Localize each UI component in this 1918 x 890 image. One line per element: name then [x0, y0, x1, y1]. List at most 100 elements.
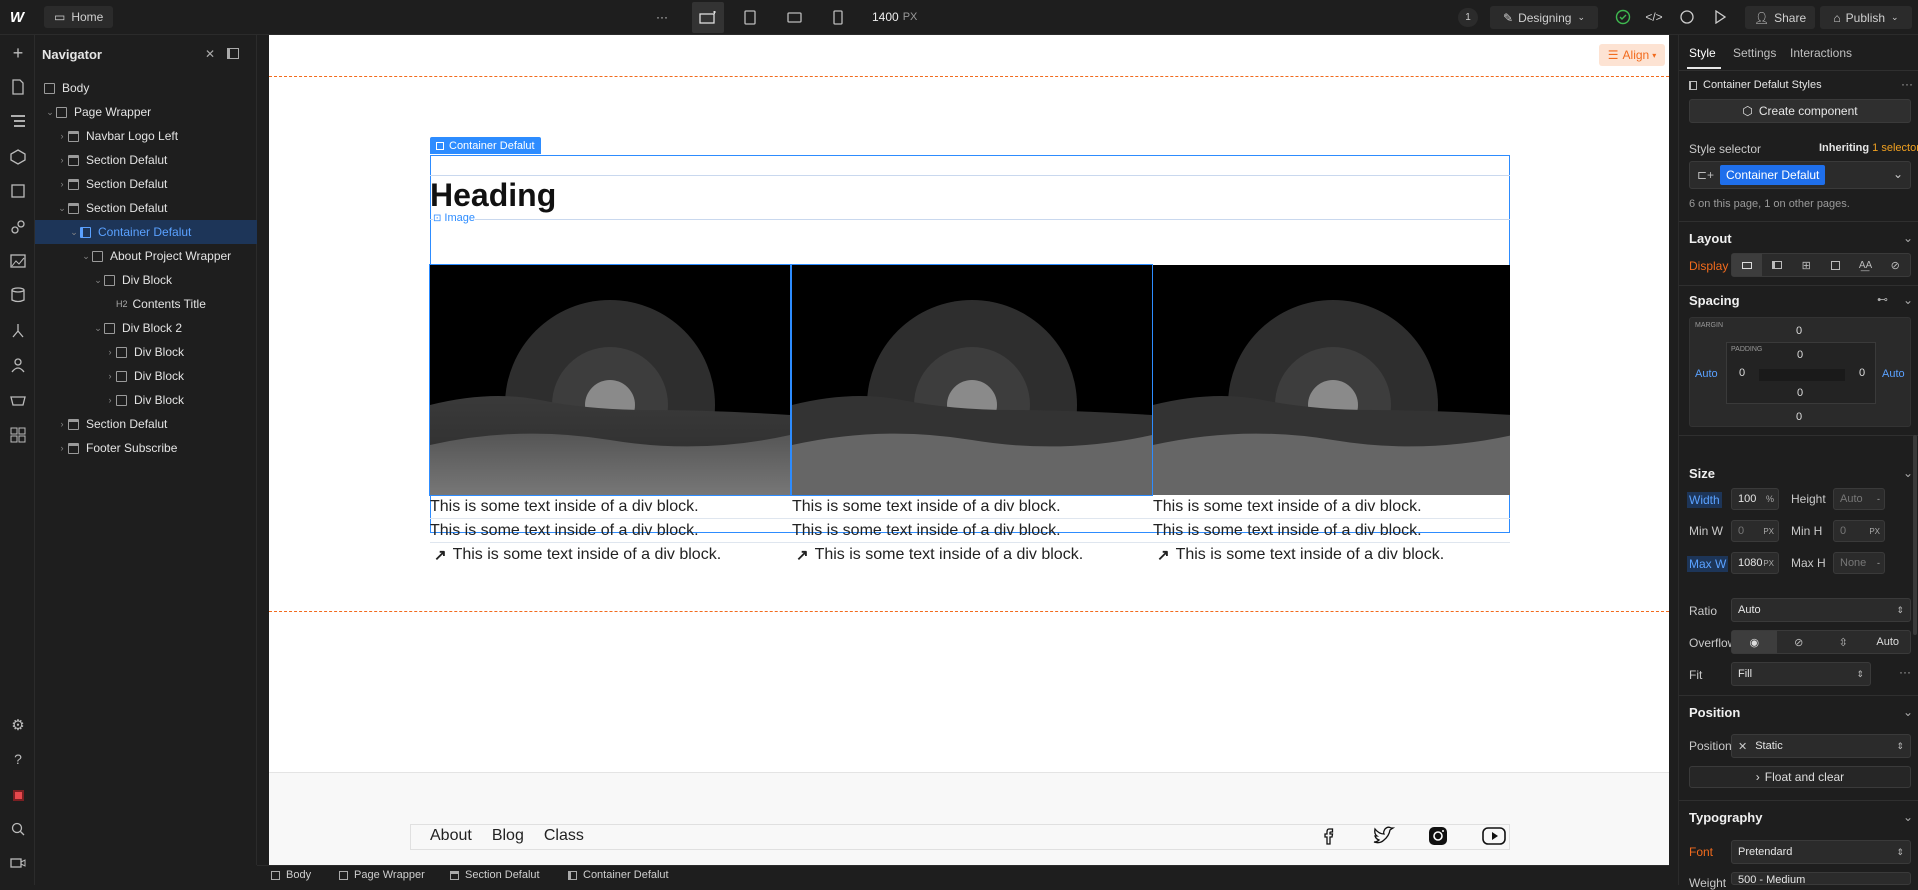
position-select[interactable]: ✕ Static ⇕ — [1731, 734, 1911, 758]
footer-link-class[interactable]: Class — [544, 827, 584, 845]
chevron-right-icon[interactable]: › — [56, 155, 68, 165]
float-clear-button[interactable]: › Float and clear — [1689, 766, 1911, 788]
chevron-right-icon[interactable]: › — [104, 371, 116, 381]
instagram-icon[interactable] — [1427, 825, 1449, 847]
status-check-icon[interactable] — [1614, 8, 1632, 26]
card-text[interactable]: This is some text inside of a div block. — [1153, 498, 1422, 516]
overflow-hidden-icon[interactable]: ⊘ — [1777, 631, 1822, 653]
chevron-right-icon[interactable]: › — [56, 443, 68, 453]
chevron-down-icon[interactable]: ⌄ — [56, 203, 68, 214]
chevron-down-icon[interactable]: ⌄ — [80, 251, 92, 262]
canvas-width[interactable]: 1400 PX — [872, 8, 917, 26]
tablet-breakpoint-button[interactable] — [740, 8, 760, 26]
styles-icon[interactable] — [8, 217, 28, 237]
tree-item-div-block-2[interactable]: ⌄ Div Block 2 — [35, 316, 257, 340]
max-height-input[interactable]: None - — [1833, 552, 1885, 574]
max-width-input[interactable]: 1080 PX — [1731, 552, 1779, 574]
breadcrumb-item-page-wrapper[interactable]: Page Wrapper — [339, 869, 425, 881]
mode-selector[interactable]: ✎ Designing ⌄ — [1490, 6, 1598, 29]
more-options-icon[interactable]: ··· — [1899, 665, 1911, 679]
tree-item-body[interactable]: Body — [35, 76, 257, 100]
placeholder-image[interactable] — [429, 264, 791, 496]
max-height-unit-chevron[interactable]: - — [1877, 558, 1880, 568]
card-link-row[interactable]: ↗ This is some text inside of a div bloc… — [792, 546, 1083, 564]
card-link-row[interactable]: ↗ This is some text inside of a div bloc… — [430, 546, 721, 564]
tab-settings[interactable]: Settings — [1733, 46, 1776, 60]
width-unit[interactable]: % — [1766, 494, 1774, 504]
mobile-landscape-button[interactable] — [784, 8, 804, 26]
breadcrumb-item-section[interactable]: Section Defalut — [450, 869, 540, 881]
selector-field[interactable]: ⊏+ Container Defalut ⌄ — [1689, 161, 1911, 189]
display-grid-icon[interactable]: ⊞ — [1791, 254, 1821, 276]
apps-icon[interactable] — [8, 425, 28, 445]
min-height-unit[interactable]: PX — [1869, 527, 1880, 536]
height-unit-chevron[interactable]: - — [1877, 494, 1880, 504]
display-flex-icon[interactable] — [1762, 254, 1792, 276]
design-canvas[interactable]: ☰ Align ▾ Container Defalut Heading ⊡ Im… — [269, 35, 1669, 865]
layout-section-title[interactable]: Layout — [1689, 231, 1732, 246]
chevron-down-icon[interactable]: ⌄ — [1903, 810, 1913, 824]
inheriting-info[interactable]: Inheriting 1 selector — [1819, 142, 1918, 154]
chevron-right-icon[interactable]: › — [56, 179, 68, 189]
display-block-icon[interactable] — [1732, 254, 1762, 276]
placeholder-image[interactable] — [1153, 265, 1510, 495]
card-text[interactable]: This is some text inside of a div block. — [1153, 522, 1422, 540]
margin-left-value[interactable]: Auto — [1695, 368, 1718, 380]
footer-link-about[interactable]: About — [430, 827, 472, 845]
publish-button[interactable]: ⌂ Publish ⌄ — [1820, 6, 1912, 29]
font-select[interactable]: Pretendard ⇕ — [1731, 840, 1911, 864]
spacing-settings-icon[interactable]: ⊷ — [1877, 293, 1888, 306]
logic-icon[interactable] — [8, 321, 28, 341]
card-text[interactable]: This is some text inside of a div block. — [430, 498, 699, 516]
spacing-section-title[interactable]: Spacing — [1689, 293, 1740, 308]
size-section-title[interactable]: Size — [1689, 466, 1715, 481]
min-width-unit[interactable]: PX — [1763, 527, 1774, 536]
more-button[interactable]: ··· — [652, 8, 672, 26]
dock-panel-icon[interactable] — [227, 48, 239, 59]
padding-bottom-value[interactable]: 0 — [1797, 387, 1803, 399]
page-selector[interactable]: ▭ Home — [44, 6, 114, 28]
share-button[interactable]: 👤︎ Share — [1745, 6, 1815, 29]
navigator-icon[interactable] — [8, 111, 28, 131]
chevron-right-icon[interactable]: › — [104, 347, 116, 357]
tree-item-page-wrapper[interactable]: ⌄ Page Wrapper — [35, 100, 257, 124]
position-section-title[interactable]: Position — [1689, 705, 1740, 720]
tree-item-section[interactable]: › Section Defalut — [35, 148, 257, 172]
assets-icon[interactable] — [8, 251, 28, 271]
tree-item-about-wrapper[interactable]: ⌄ About Project Wrapper — [35, 244, 257, 268]
tree-item-section[interactable]: ⌄ Section Defalut — [35, 196, 257, 220]
add-state-icon[interactable]: ⊏+ — [1697, 168, 1714, 182]
card-text[interactable]: This is some text inside of a div block. — [430, 522, 699, 540]
chevron-down-icon[interactable]: ⌄ — [92, 323, 104, 334]
webflow-logo[interactable]: W — [6, 8, 28, 26]
tree-item-div-block[interactable]: ⌄ Div Block — [35, 268, 257, 292]
comment-icon[interactable] — [1677, 8, 1697, 26]
variables-icon[interactable] — [8, 181, 28, 201]
ratio-select[interactable]: Auto ⇕ — [1731, 598, 1911, 622]
chevron-down-icon[interactable]: ⌄ — [44, 107, 56, 118]
tree-item-section[interactable]: › Section Defalut — [35, 172, 257, 196]
search-icon[interactable] — [8, 819, 28, 839]
overflow-scroll-icon[interactable]: ⇳ — [1821, 631, 1866, 653]
align-button[interactable]: ☰ Align ▾ — [1599, 44, 1665, 66]
padding-right-value[interactable]: 0 — [1859, 367, 1865, 379]
width-input[interactable]: 100 % — [1731, 488, 1779, 510]
settings-icon[interactable]: ⚙ — [8, 715, 28, 735]
pages-icon[interactable] — [8, 77, 28, 97]
heading[interactable]: Heading — [430, 177, 556, 214]
tab-interactions[interactable]: Interactions — [1790, 46, 1852, 60]
more-options-icon[interactable]: ··· — [1901, 77, 1913, 91]
tree-item-div-block[interactable]: › Div Block — [35, 364, 257, 388]
collaborator-count-badge[interactable]: 1 — [1458, 8, 1478, 27]
margin-top-value[interactable]: 0 — [1796, 325, 1802, 337]
record-icon[interactable] — [8, 785, 28, 805]
padding-left-value[interactable]: 0 — [1739, 367, 1745, 379]
height-input[interactable]: Auto - — [1833, 488, 1885, 510]
chevron-down-icon[interactable]: ⌄ — [1903, 293, 1913, 307]
youtube-icon[interactable] — [1482, 825, 1506, 847]
components-icon[interactable] — [8, 147, 28, 167]
tree-item-section[interactable]: › Section Defalut — [35, 412, 257, 436]
help-icon[interactable]: ? — [8, 749, 28, 769]
card-link-row[interactable]: ↗ This is some text inside of a div bloc… — [1153, 546, 1444, 564]
padding-top-value[interactable]: 0 — [1797, 349, 1803, 361]
